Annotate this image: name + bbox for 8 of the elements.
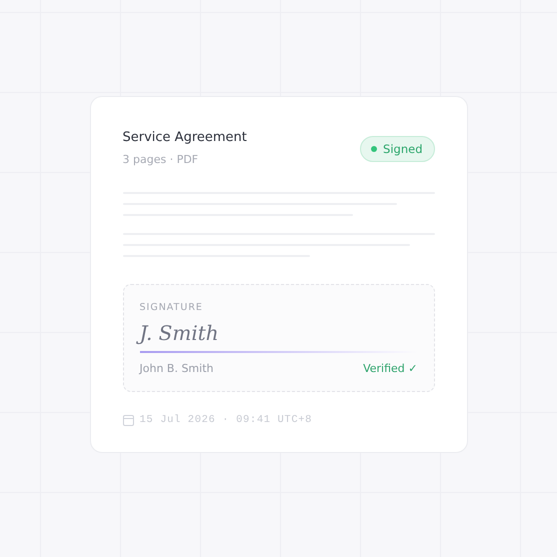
signer-name: John B. Smith xyxy=(140,362,214,375)
document-meta: 3 pages · PDF xyxy=(122,153,200,166)
signature-label: SIGNATURE xyxy=(140,302,204,313)
verification-status: Verified ✓ xyxy=(363,362,418,375)
status-badge: Signed xyxy=(360,136,434,162)
document-title: Service Agreement xyxy=(122,130,247,145)
calendar-icon xyxy=(122,414,134,426)
timestamp: 15 Jul 2026 · 09:41 UTC+8 xyxy=(140,414,312,426)
